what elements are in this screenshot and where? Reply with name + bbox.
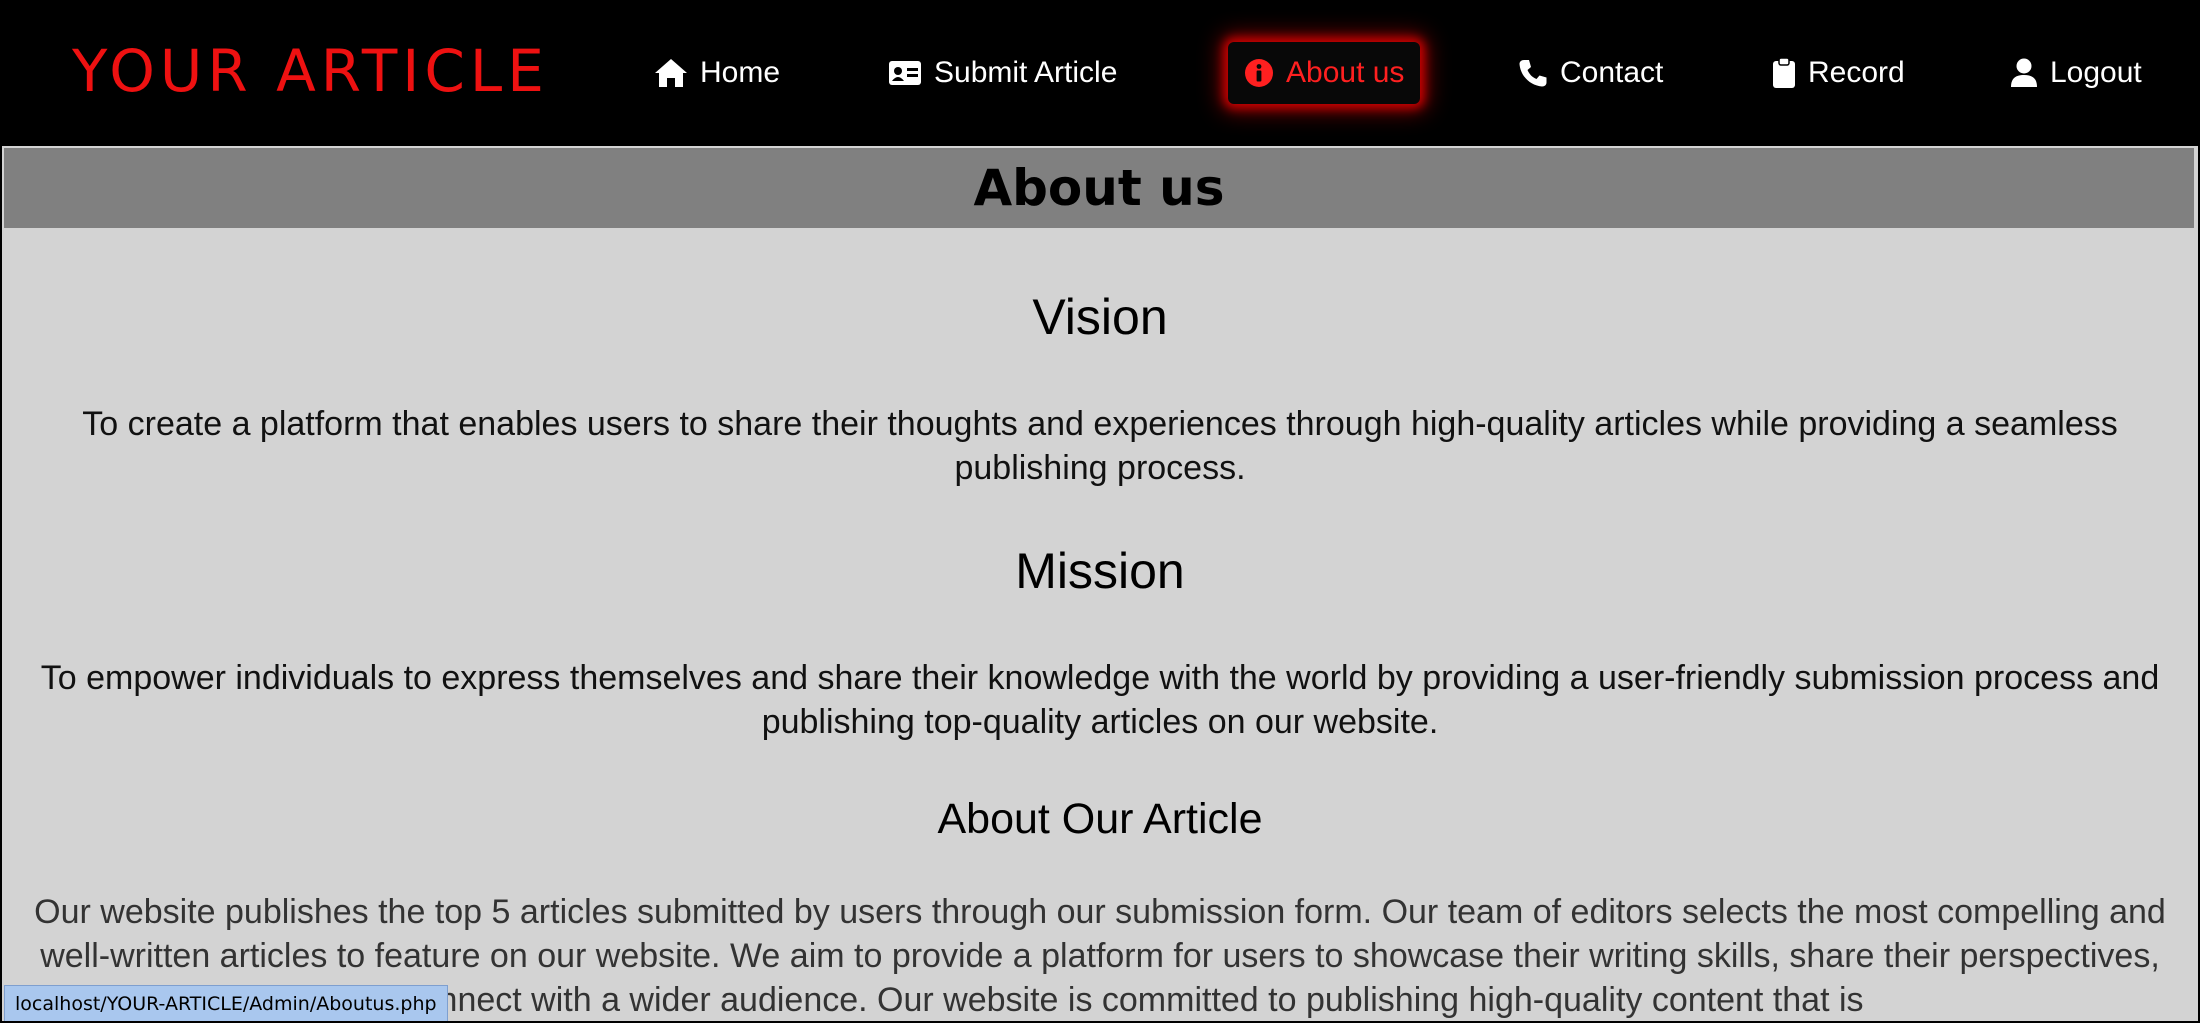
- mission-heading: Mission: [1015, 543, 1185, 599]
- phone-icon: [1519, 60, 1547, 87]
- nav-home[interactable]: Home: [654, 42, 780, 104]
- vision-heading: Vision: [1032, 289, 1168, 345]
- nav-home-label: Home: [700, 56, 781, 89]
- nav-contact[interactable]: Contact: [1518, 42, 1663, 104]
- nav-record-label: Record: [1808, 56, 1905, 89]
- home-icon: [655, 59, 687, 87]
- nav-logout-label: Logout: [2050, 56, 2142, 89]
- nav-logout[interactable]: Logout: [2010, 42, 2142, 104]
- status-bar-url: localhost/YOUR-ARTICLE/Admin/Aboutus.php: [4, 985, 448, 1021]
- info-circle-icon: [1245, 59, 1273, 87]
- clipboard-icon: [1773, 57, 1795, 88]
- site-logo[interactable]: YOUR ARTICLE: [72, 36, 549, 106]
- top-navbar: YOUR ARTICLE Home Submit Article About u…: [2, 2, 2198, 146]
- nav-contact-label: Contact: [1560, 56, 1664, 89]
- page-header-band: About us: [4, 148, 2194, 228]
- mission-text: To empower individuals to express themse…: [40, 659, 2160, 741]
- nav-about-us[interactable]: About us: [1228, 42, 1421, 104]
- nav-submit-article[interactable]: Submit Article: [888, 42, 1117, 104]
- browser-viewport: YOUR ARTICLE Home Submit Article About u…: [0, 0, 2200, 1023]
- page-title: About us: [973, 159, 1225, 217]
- about-article-heading: About Our Article: [937, 795, 1263, 843]
- id-card-icon: [889, 61, 921, 85]
- user-icon: [2011, 58, 2037, 87]
- vision-text: To create a platform that enables users …: [82, 405, 2118, 487]
- nav-submit-article-label: Submit Article: [934, 56, 1118, 89]
- nav-record[interactable]: Record: [1772, 42, 1905, 104]
- nav-about-us-label: About us: [1286, 56, 1405, 89]
